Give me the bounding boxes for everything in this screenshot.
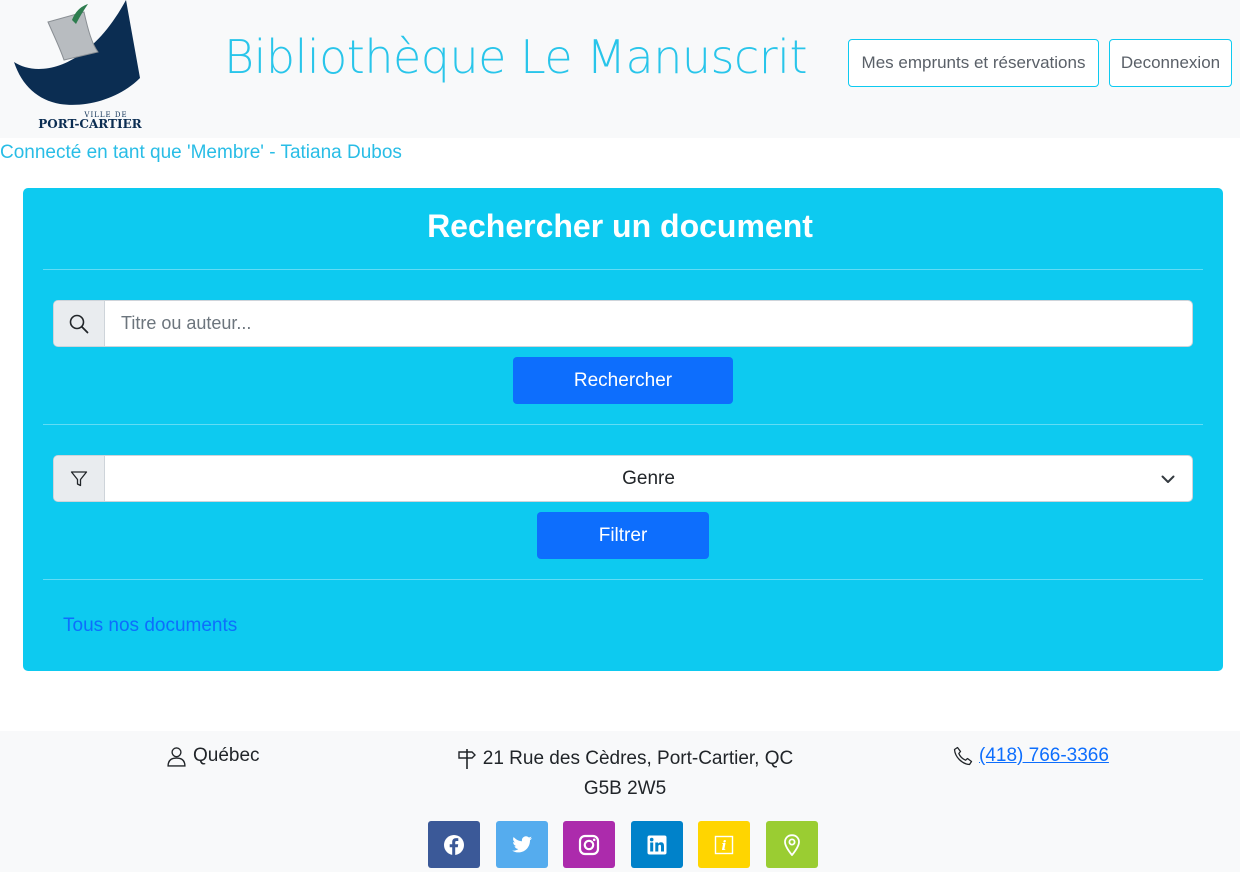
divider [43, 579, 1203, 580]
instagram-button[interactable] [563, 821, 615, 868]
filter-icon [54, 456, 105, 501]
footer-region-text: Québec [193, 745, 260, 766]
genre-filter-group: Genre [53, 455, 1193, 502]
search-card [23, 188, 1223, 671]
map-button[interactable] [766, 821, 818, 868]
info-icon: i [714, 835, 734, 854]
info-button[interactable]: i [698, 821, 750, 868]
site-title: Bibliothèque Le Manuscrit [224, 30, 807, 84]
search-icon [54, 301, 105, 346]
divider [43, 269, 1203, 270]
footer-address: 21 Rue des Cèdres, Port-Cartier, QC G5B … [420, 744, 830, 804]
phone-link[interactable]: (418) 766-3366 [979, 745, 1109, 767]
filter-button[interactable]: Filtrer [537, 512, 709, 559]
facebook-icon [444, 834, 464, 855]
divider [43, 424, 1203, 425]
twitter-icon [512, 835, 533, 852]
footer-address-line1: 21 Rue des Cèdres, Port-Cartier, QC [482, 748, 794, 769]
facebook-button[interactable] [428, 821, 480, 868]
search-input[interactable] [105, 301, 1192, 346]
footer-address-line2: G5B 2W5 [583, 778, 667, 799]
logo-text-big: PORT-CARTIER [38, 117, 142, 131]
linkedin-button[interactable] [631, 821, 683, 868]
genre-select-value: Genre [622, 467, 675, 489]
chevron-down-icon [1161, 475, 1175, 483]
search-input-group [53, 300, 1193, 347]
port-cartier-logo[interactable]: VILLE DE PORT-CARTIER [8, 0, 148, 134]
connected-user-label: Connecté en tant que 'Membre' - Tatiana … [0, 142, 402, 163]
svg-text:i: i [722, 839, 727, 854]
loans-reservations-button[interactable]: Mes emprunts et réservations [848, 39, 1099, 87]
footer-phone: (418) 766-3366 [953, 745, 1109, 767]
footer-region: Québec [166, 745, 260, 767]
map-pin-icon [784, 833, 800, 856]
linkedin-icon [647, 835, 667, 854]
instagram-icon [578, 834, 600, 855]
site-header: VILLE DE PORT-CARTIER Bibliothèque Le Ma… [0, 0, 1240, 138]
twitter-button[interactable] [496, 821, 548, 868]
search-button[interactable]: Rechercher [513, 357, 733, 404]
logout-button[interactable]: Deconnexion [1109, 39, 1232, 87]
all-documents-link[interactable]: Tous nos documents [63, 615, 237, 637]
user-icon [167, 746, 186, 767]
phone-icon [953, 746, 973, 766]
signpost-icon [458, 749, 476, 769]
search-card-title: Rechercher un document [427, 208, 813, 244]
genre-select[interactable]: Genre [105, 456, 1192, 501]
